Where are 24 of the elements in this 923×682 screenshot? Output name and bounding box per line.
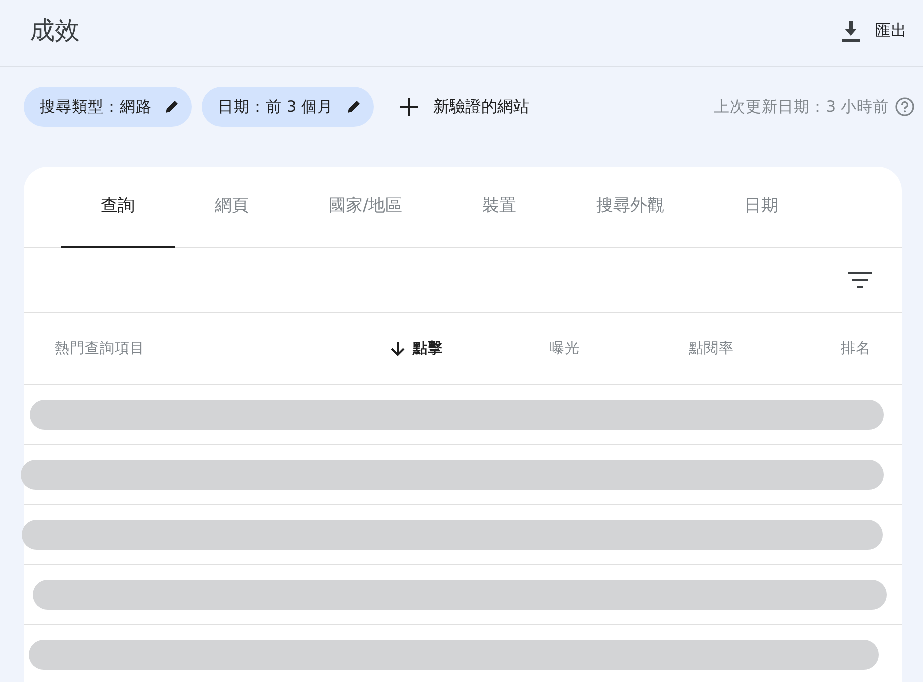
page-title: 成效 [30, 14, 80, 46]
tab[interactable]: 查詢 [61, 167, 175, 248]
column-header[interactable]: 排名 [841, 339, 871, 358]
column-header[interactable]: 曝光 [550, 339, 580, 358]
pencil-icon [346, 99, 362, 115]
help-icon[interactable] [895, 97, 915, 117]
tab[interactable]: 網頁 [175, 167, 289, 248]
last-update-text: 上次更新日期：3 小時前 [714, 96, 889, 118]
filter-chip[interactable]: 搜尋類型：網路 [24, 87, 192, 127]
tab[interactable]: 裝置 [442, 167, 557, 248]
export-button[interactable]: 匯出 [841, 20, 907, 42]
plus-icon [400, 98, 418, 116]
filter-button[interactable] [848, 271, 872, 289]
column-header[interactable]: 點擊 [413, 339, 443, 358]
download-icon [841, 20, 861, 42]
tab[interactable]: 國家/地區 [289, 167, 443, 248]
filter-icon [848, 271, 872, 289]
tab[interactable]: 搜尋外觀 [556, 167, 705, 248]
pencil-icon [164, 99, 180, 115]
filter-chip[interactable]: 日期：前 3 個月 [202, 87, 374, 127]
add-site-button[interactable]: 新驗證的網站 [384, 96, 530, 118]
column-header[interactable]: 點閱率 [689, 339, 734, 358]
column-header[interactable]: 熱門查詢項目 [55, 339, 145, 358]
tab[interactable]: 日期 [704, 167, 819, 248]
